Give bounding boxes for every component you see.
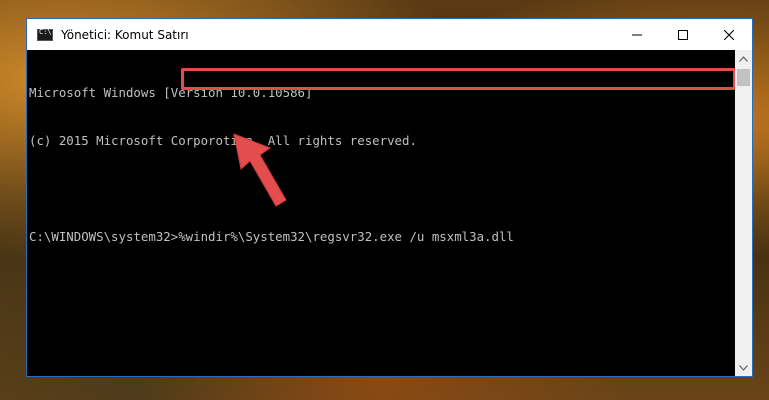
scroll-up-button[interactable] — [735, 50, 752, 67]
minimize-button[interactable] — [614, 19, 660, 50]
pointer-arrow-icon — [233, 133, 287, 207]
chevron-down-icon — [739, 364, 748, 371]
scrollbar-thumb[interactable] — [737, 69, 750, 86]
command-highlight-box — [181, 68, 736, 90]
command-prompt-window: Yönetici: Komut Satırı Microsoft Windows… — [26, 18, 753, 377]
chevron-up-icon — [739, 55, 748, 62]
window-controls — [614, 19, 752, 50]
minimize-icon — [632, 34, 642, 35]
close-icon — [724, 29, 734, 40]
cmd-icon — [37, 28, 53, 41]
maximize-icon — [678, 29, 688, 40]
scroll-down-button[interactable] — [735, 359, 752, 376]
vertical-scrollbar[interactable] — [735, 50, 752, 376]
console-line-copyright: (c) 2015 Microsoft Corporotion. All righ… — [29, 133, 417, 148]
maximize-button[interactable] — [660, 19, 706, 50]
close-button[interactable] — [706, 19, 752, 50]
title-bar[interactable]: Yönetici: Komut Satırı — [27, 19, 752, 50]
window-title: Yönetici: Komut Satırı — [61, 27, 189, 42]
console-output[interactable]: Microsoft Windows [Version 10.0.10586] (… — [27, 50, 735, 376]
console-line-command: C:\WINDOWS\system32>%windir%\System32\re… — [29, 229, 514, 244]
